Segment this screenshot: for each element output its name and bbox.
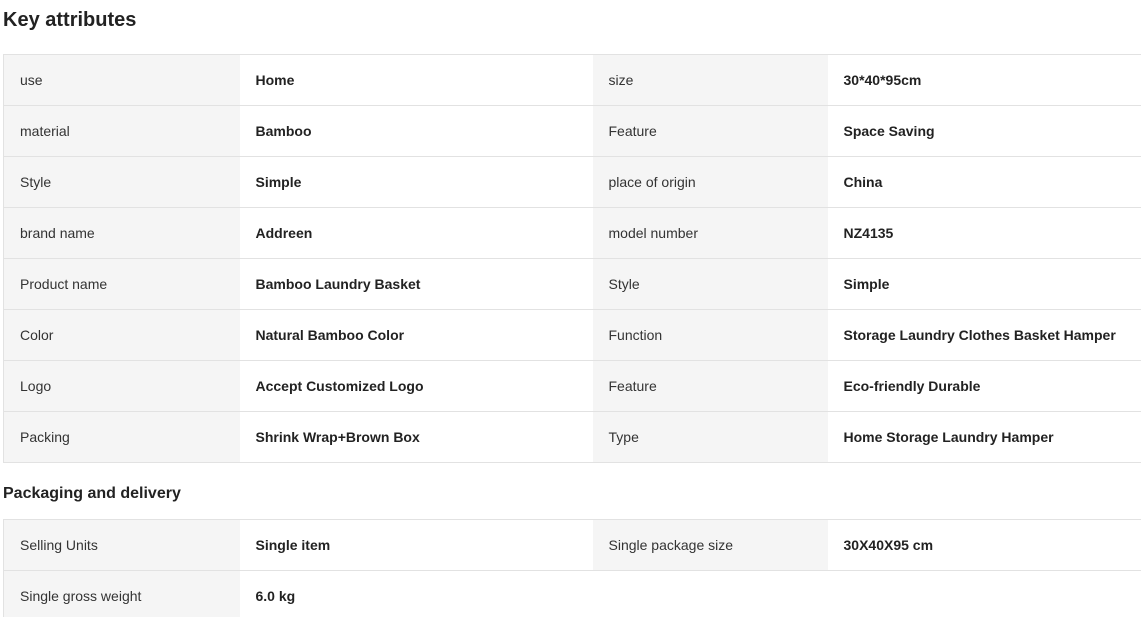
- attribute-value: Single item: [239, 519, 593, 571]
- attribute-value: 6.0 kg: [239, 570, 593, 617]
- attribute-label: material: [3, 105, 240, 157]
- attribute-label: Style: [3, 156, 240, 208]
- attribute-label: Single gross weight: [3, 570, 240, 617]
- attribute-value: China: [827, 156, 1141, 208]
- attribute-label: brand name: [3, 207, 240, 259]
- attribute-label: Feature: [592, 105, 828, 157]
- attribute-label: size: [592, 54, 828, 106]
- attribute-value: Natural Bamboo Color: [239, 309, 593, 361]
- attribute-value: 30X40X95 cm: [827, 519, 1141, 571]
- attribute-value: Eco-friendly Durable: [827, 360, 1141, 412]
- table-row: Single gross weight 6.0 kg: [3, 570, 1141, 617]
- attribute-label: Packing: [3, 411, 240, 463]
- attribute-value: Accept Customized Logo: [239, 360, 593, 412]
- table-row: material Bamboo Feature Space Saving: [3, 105, 1141, 157]
- attribute-label: Selling Units: [3, 519, 240, 571]
- attribute-value: Home Storage Laundry Hamper: [827, 411, 1141, 463]
- key-attributes-table: use Home size 30*40*95cm material Bamboo…: [3, 54, 1141, 463]
- product-attributes-page: Key attributes use Home size 30*40*95cm …: [0, 0, 1141, 617]
- attribute-label: Feature: [592, 360, 828, 412]
- packaging-delivery-table: Selling Units Single item Single package…: [3, 519, 1141, 617]
- attribute-value: Bamboo Laundry Basket: [239, 258, 593, 310]
- attribute-value: NZ4135: [827, 207, 1141, 259]
- table-row: Color Natural Bamboo Color Function Stor…: [3, 309, 1141, 361]
- attribute-value: Bamboo: [239, 105, 593, 157]
- table-row: use Home size 30*40*95cm: [3, 54, 1141, 106]
- attribute-value: Shrink Wrap+Brown Box: [239, 411, 593, 463]
- table-row: Product name Bamboo Laundry Basket Style…: [3, 258, 1141, 310]
- packaging-delivery-title: Packaging and delivery: [3, 485, 181, 502]
- attribute-value: Simple: [239, 156, 593, 208]
- key-attributes-title: Key attributes: [3, 9, 137, 31]
- table-row: Packing Shrink Wrap+Brown Box Type Home …: [3, 411, 1141, 463]
- attribute-value: Space Saving: [827, 105, 1141, 157]
- table-row: Style Simple place of origin China: [3, 156, 1141, 208]
- attribute-label: Function: [592, 309, 828, 361]
- attribute-value: Storage Laundry Clothes Basket Hamper: [827, 309, 1141, 361]
- empty-cell: [592, 570, 828, 617]
- attribute-label: Single package size: [592, 519, 828, 571]
- attribute-value: Addreen: [239, 207, 593, 259]
- attribute-value: Home: [239, 54, 593, 106]
- attribute-label: Color: [3, 309, 240, 361]
- attribute-label: model number: [592, 207, 828, 259]
- empty-cell: [827, 570, 1141, 617]
- attribute-value: Simple: [827, 258, 1141, 310]
- attribute-label: Product name: [3, 258, 240, 310]
- attribute-label: use: [3, 54, 240, 106]
- table-row: Logo Accept Customized Logo Feature Eco-…: [3, 360, 1141, 412]
- table-row: brand name Addreen model number NZ4135: [3, 207, 1141, 259]
- attribute-value: 30*40*95cm: [827, 54, 1141, 106]
- table-row: Selling Units Single item Single package…: [3, 519, 1141, 571]
- attribute-label: Type: [592, 411, 828, 463]
- attribute-label: Style: [592, 258, 828, 310]
- attribute-label: Logo: [3, 360, 240, 412]
- attribute-label: place of origin: [592, 156, 828, 208]
